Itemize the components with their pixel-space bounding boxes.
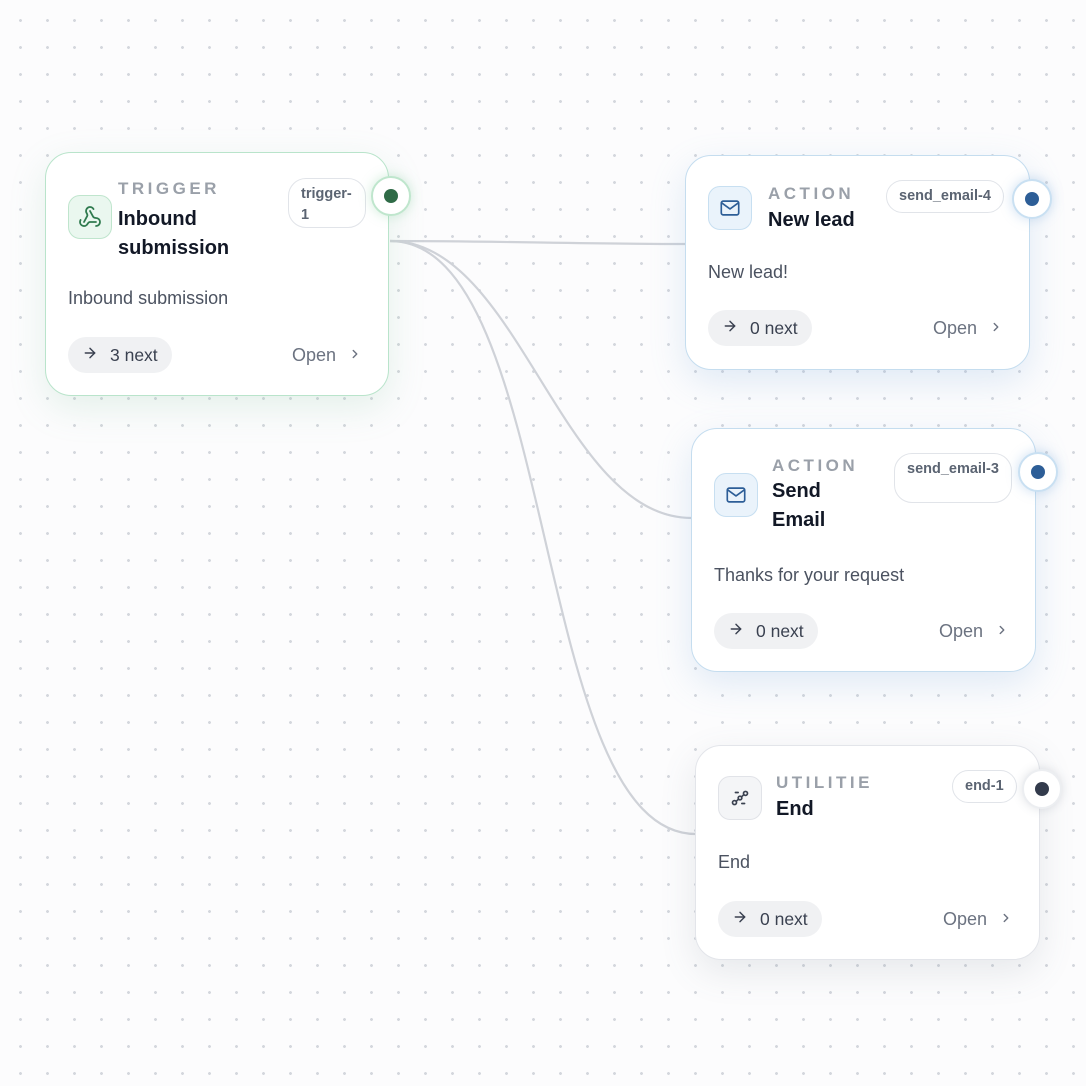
trigger-output-port[interactable] (371, 176, 411, 216)
webhook-icon (68, 195, 112, 239)
node-description: Thanks for your request (714, 565, 905, 585)
next-count-button[interactable]: 0 next (718, 901, 822, 937)
edge-trigger-to-new-lead (389, 239, 687, 246)
node-title: Send Email (772, 480, 826, 531)
node-description: Inbound submission (68, 288, 229, 308)
open-label: Open (938, 620, 983, 641)
node-id-tag: send_email-4 (886, 180, 1004, 213)
new-lead-output-port[interactable] (1012, 179, 1052, 219)
port-dot (384, 189, 398, 203)
edge-trigger-to-send-email (389, 239, 693, 520)
open-button[interactable]: Open (933, 310, 1003, 346)
node-title: End (776, 798, 814, 820)
node-title: Inbound submission (118, 208, 230, 259)
node-kind-label: UTILITIE (776, 773, 873, 792)
node-id-tag: send_email-3 (894, 453, 1012, 503)
mail-icon (708, 186, 752, 230)
open-button[interactable]: Open (943, 901, 1013, 937)
next-count-label: 0 next (756, 620, 804, 641)
next-count-label: 3 next (110, 344, 158, 365)
chevron-right-icon (999, 909, 1013, 930)
arrow-right-icon (722, 318, 738, 339)
node-id-tag: end-1 (952, 770, 1017, 803)
node-description: End (718, 852, 751, 872)
chevron-right-icon (348, 345, 362, 366)
arrow-right-icon (728, 621, 744, 642)
trigger-node[interactable]: TRIGGER Inbound submission trigger-1 Inb… (45, 152, 389, 396)
send-email-output-port[interactable] (1018, 452, 1058, 492)
port-dot (1025, 192, 1039, 206)
node-description: New lead! (708, 262, 789, 282)
open-label: Open (932, 317, 977, 338)
open-label: Open (942, 908, 987, 929)
end-output-port[interactable] (1022, 769, 1062, 809)
port-dot (1031, 465, 1045, 479)
node-id-tag: trigger-1 (288, 178, 366, 228)
action-node-send-email[interactable]: ACTION Send Email send_email-3 Thanks fo… (691, 428, 1036, 672)
mail-icon (714, 473, 758, 517)
node-kind-label: ACTION (768, 184, 855, 203)
open-label: Open (291, 344, 336, 365)
chevron-right-icon (989, 318, 1003, 339)
arrow-right-icon (82, 345, 98, 366)
next-count-button[interactable]: 0 next (714, 613, 818, 649)
open-button[interactable]: Open (939, 613, 1009, 649)
open-button[interactable]: Open (292, 337, 362, 373)
node-kind-label: ACTION (772, 456, 859, 475)
next-count-label: 0 next (760, 908, 808, 929)
next-count-button[interactable]: 3 next (68, 337, 172, 373)
node-kind-label: TRIGGER (118, 179, 220, 198)
action-node-new-lead[interactable]: ACTION New lead send_email-4 New lead! 0… (685, 155, 1030, 370)
chevron-right-icon (995, 621, 1009, 642)
arrow-right-icon (732, 909, 748, 930)
edge-trigger-to-end (389, 239, 697, 836)
port-dot (1035, 782, 1049, 796)
route-icon (718, 776, 762, 820)
next-count-label: 0 next (750, 317, 798, 338)
utility-node-end[interactable]: UTILITIE End end-1 End 0 next Open (695, 745, 1040, 960)
next-count-button[interactable]: 0 next (708, 310, 812, 346)
